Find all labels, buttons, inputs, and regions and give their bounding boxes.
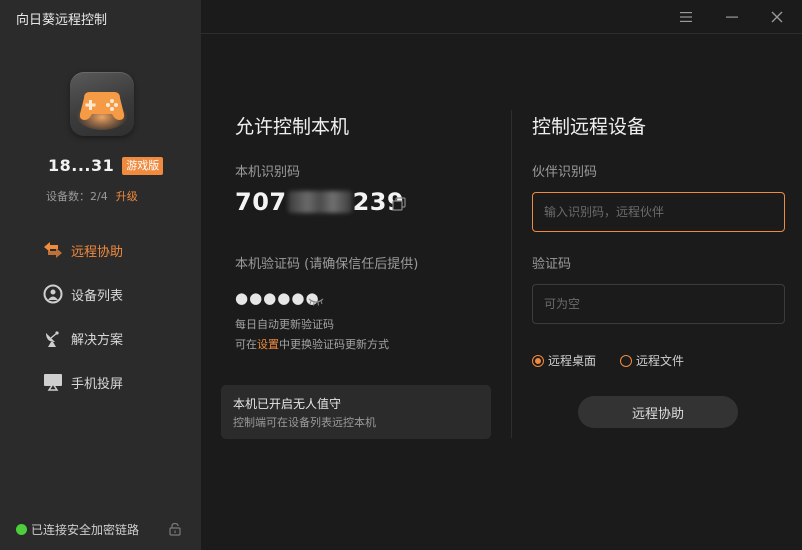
close-icon bbox=[771, 11, 783, 23]
sidebar-item-solutions[interactable]: 解决方案 bbox=[42, 326, 123, 350]
sidebar-item-label: 解决方案 bbox=[71, 332, 124, 348]
local-id-code[interactable]: 707 239 bbox=[235, 188, 404, 216]
sidebar-item-label: 手机投屏 bbox=[71, 376, 124, 392]
radio-checked-icon bbox=[532, 354, 544, 367]
copy-icon[interactable] bbox=[392, 196, 406, 215]
sidebar-item-remote-assist[interactable]: 远程协助 bbox=[42, 238, 123, 262]
radio-label: 远程文件 bbox=[636, 354, 685, 368]
local-password: ●●●●●● bbox=[235, 289, 320, 307]
satellite-icon bbox=[42, 327, 64, 349]
connection-status: 已连接安全加密链路 bbox=[16, 521, 139, 538]
allow-control-title: 允许控制本机 bbox=[235, 116, 350, 138]
eye-closed-icon[interactable] bbox=[308, 292, 324, 311]
local-id-prefix: 707 bbox=[235, 188, 287, 216]
partner-id-label: 伙伴识别码 bbox=[532, 165, 598, 180]
sidebar-item-device-list[interactable]: 设备列表 bbox=[42, 282, 123, 306]
close-button[interactable] bbox=[765, 6, 789, 28]
avatar[interactable] bbox=[70, 72, 134, 136]
sidebar-item-label: 远程协助 bbox=[71, 244, 124, 260]
id-blur-mask bbox=[287, 191, 352, 213]
status-text: 已连接安全加密链路 bbox=[31, 523, 140, 537]
radio-label: 远程桌面 bbox=[548, 354, 597, 368]
sidebar-nav: 远程协助 设备列表 解决方案 手机投屏 bbox=[42, 238, 123, 414]
minimize-icon bbox=[726, 16, 738, 18]
password-hint-daily: 每日自动更新验证码 bbox=[235, 318, 334, 331]
control-remote-title: 控制远程设备 bbox=[532, 116, 647, 138]
device-count: 设备数：2/4 bbox=[46, 190, 108, 203]
radio-unchecked-icon bbox=[620, 354, 632, 367]
status-dot-icon bbox=[16, 524, 27, 535]
user-row: 18...31 游戏版 bbox=[48, 156, 164, 175]
local-password-label: 本机验证码 (请确保信任后提供) bbox=[235, 257, 419, 272]
remote-assist-button[interactable]: 远程协助 bbox=[578, 396, 738, 428]
upgrade-link[interactable]: 升级 bbox=[116, 188, 138, 204]
radio-remote-desktop[interactable]: 远程桌面 bbox=[532, 352, 596, 369]
partner-id-field bbox=[532, 192, 785, 232]
unattended-notice: 本机已开启无人值守 控制端可在设备列表远控本机 bbox=[221, 385, 491, 439]
password-hint-settings: 可在设置中更换验证码更新方式 bbox=[235, 338, 389, 351]
radio-remote-file[interactable]: 远程文件 bbox=[620, 352, 684, 369]
sidebar: 向日葵远程控制 18...31 游戏版 设备数：2/4 升级 远程协助 设备列表… bbox=[0, 0, 201, 550]
unattended-title: 本机已开启无人值守 bbox=[233, 397, 342, 411]
lock-icon[interactable] bbox=[168, 521, 182, 540]
sidebar-item-screen-cast[interactable]: 手机投屏 bbox=[42, 370, 123, 394]
sidebar-item-label: 设备列表 bbox=[71, 288, 124, 304]
settings-link[interactable]: 设置 bbox=[257, 338, 279, 351]
user-name: 18...31 bbox=[48, 156, 115, 175]
verify-code-input[interactable] bbox=[533, 285, 784, 323]
app-title: 向日葵远程控制 bbox=[16, 13, 108, 28]
minimize-button[interactable] bbox=[720, 6, 744, 28]
menu-button[interactable] bbox=[674, 6, 698, 28]
device-list-icon bbox=[42, 283, 64, 305]
edition-badge: 游戏版 bbox=[122, 156, 164, 175]
unattended-subtitle: 控制端可在设备列表远控本机 bbox=[233, 416, 376, 429]
title-bar-divider bbox=[201, 33, 802, 34]
screen-cast-icon bbox=[42, 371, 64, 393]
verify-code-label: 验证码 bbox=[532, 257, 572, 272]
device-count-row: 设备数：2/4 升级 bbox=[46, 188, 138, 204]
local-id-label: 本机识别码 bbox=[235, 165, 301, 180]
hamburger-icon bbox=[680, 12, 692, 22]
panel-divider bbox=[511, 110, 512, 438]
gamepad-icon bbox=[76, 92, 128, 130]
verify-code-field bbox=[532, 284, 785, 324]
partner-id-input[interactable] bbox=[533, 193, 784, 231]
remote-assist-icon bbox=[42, 239, 64, 261]
